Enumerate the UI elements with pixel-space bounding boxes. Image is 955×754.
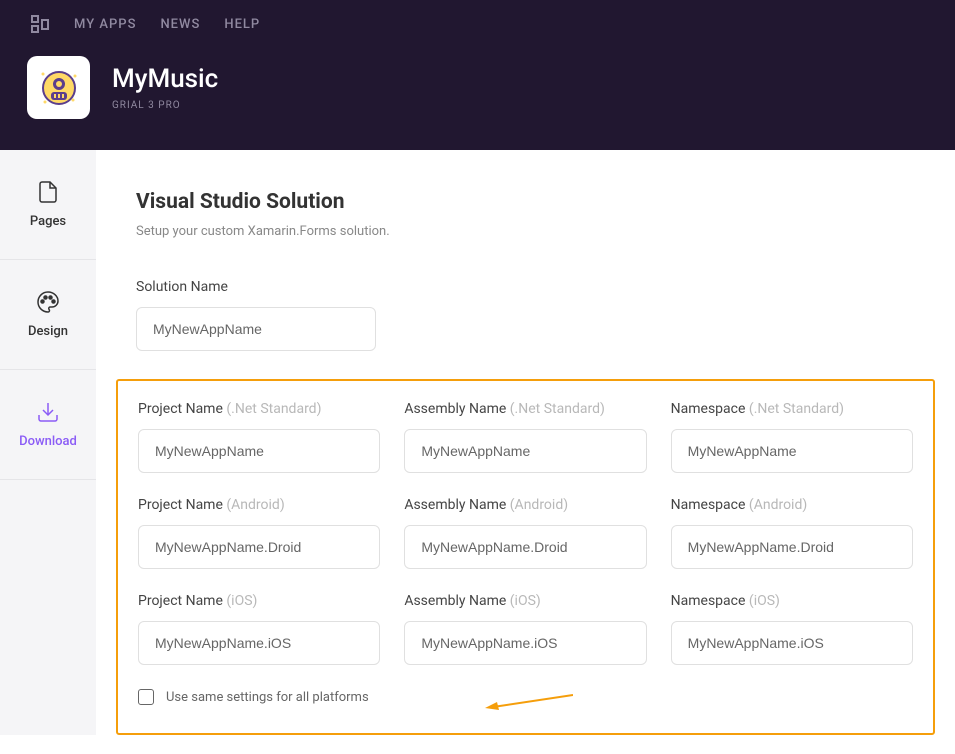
ios-row: Project Name (iOS) Assembly Name (iOS) N… — [138, 593, 913, 665]
sidebar-item-download[interactable]: Download — [0, 370, 96, 480]
assembly-name-net-group: Assembly Name (.Net Standard) — [404, 401, 646, 473]
namespace-net-input[interactable] — [671, 429, 913, 473]
arrow-annotation-icon — [483, 693, 573, 715]
project-name-ios-input[interactable] — [138, 621, 380, 665]
sidebar: Pages Design Dow — [0, 150, 96, 735]
assembly-name-android-group: Assembly Name (Android) — [404, 497, 646, 569]
nav-help[interactable]: HELP — [224, 17, 260, 32]
assembly-name-ios-group: Assembly Name (iOS) — [404, 593, 646, 665]
same-settings-checkbox[interactable] — [138, 689, 154, 705]
same-settings-label: Use same settings for all platforms — [166, 690, 369, 705]
project-name-android-group: Project Name (Android) — [138, 497, 380, 569]
content-wrapper: Pages Design Dow — [0, 150, 955, 735]
same-settings-row: Use same settings for all platforms — [138, 689, 913, 705]
nav-my-apps[interactable]: MY APPS — [74, 17, 136, 32]
project-name-android-input[interactable] — [138, 525, 380, 569]
app-title-section: MyMusic GRIAL 3 PRO — [0, 56, 955, 119]
solution-name-input[interactable] — [136, 307, 376, 351]
android-row: Project Name (Android) Assembly Name (An… — [138, 497, 913, 569]
page-subtitle: Setup your custom Xamarin.Forms solution… — [136, 224, 915, 239]
download-icon — [36, 400, 60, 424]
app-title: MyMusic — [112, 64, 218, 95]
app-icon — [27, 56, 90, 119]
namespace-ios-input[interactable] — [671, 621, 913, 665]
app-title-block: MyMusic GRIAL 3 PRO — [112, 64, 218, 110]
assembly-name-ios-label: Assembly Name (iOS) — [404, 593, 646, 609]
nav-news[interactable]: NEWS — [160, 17, 200, 32]
sidebar-label-download: Download — [19, 434, 77, 449]
sidebar-label-pages: Pages — [30, 214, 66, 229]
project-name-android-label: Project Name (Android) — [138, 497, 380, 513]
file-icon — [36, 180, 60, 204]
namespace-net-group: Namespace (.Net Standard) — [671, 401, 913, 473]
namespace-android-label: Namespace (Android) — [671, 497, 913, 513]
solution-name-group: Solution Name — [136, 279, 915, 351]
net-standard-row: Project Name (.Net Standard) Assembly Na… — [138, 401, 913, 473]
namespace-ios-label: Namespace (iOS) — [671, 593, 913, 609]
assembly-name-android-label: Assembly Name (Android) — [404, 497, 646, 513]
namespace-net-label: Namespace (.Net Standard) — [671, 401, 913, 417]
assembly-name-net-input[interactable] — [404, 429, 646, 473]
project-name-net-input[interactable] — [138, 429, 380, 473]
assembly-name-net-label: Assembly Name (.Net Standard) — [404, 401, 646, 417]
project-name-net-group: Project Name (.Net Standard) — [138, 401, 380, 473]
project-name-ios-group: Project Name (iOS) — [138, 593, 380, 665]
namespace-ios-group: Namespace (iOS) — [671, 593, 913, 665]
project-name-net-label: Project Name (.Net Standard) — [138, 401, 380, 417]
page-title: Visual Studio Solution — [136, 190, 915, 214]
solution-name-label: Solution Name — [136, 279, 915, 295]
app-subtitle: GRIAL 3 PRO — [112, 100, 218, 111]
sidebar-item-pages[interactable]: Pages — [0, 150, 96, 260]
assembly-name-ios-input[interactable] — [404, 621, 646, 665]
namespace-android-input[interactable] — [671, 525, 913, 569]
assembly-name-android-input[interactable] — [404, 525, 646, 569]
brand-logo-icon[interactable] — [30, 14, 50, 34]
main-content: Visual Studio Solution Setup your custom… — [96, 150, 955, 735]
top-navigation: MY APPS NEWS HELP — [0, 0, 955, 48]
namespace-android-group: Namespace (Android) — [671, 497, 913, 569]
project-name-ios-label: Project Name (iOS) — [138, 593, 380, 609]
sidebar-label-design: Design — [28, 324, 68, 339]
palette-icon — [36, 290, 60, 314]
sidebar-item-design[interactable]: Design — [0, 260, 96, 370]
platform-settings-box: Project Name (.Net Standard) Assembly Na… — [116, 379, 935, 735]
app-header-bar: MY APPS NEWS HELP MyMusic GRIAL 3 PRO — [0, 0, 955, 150]
